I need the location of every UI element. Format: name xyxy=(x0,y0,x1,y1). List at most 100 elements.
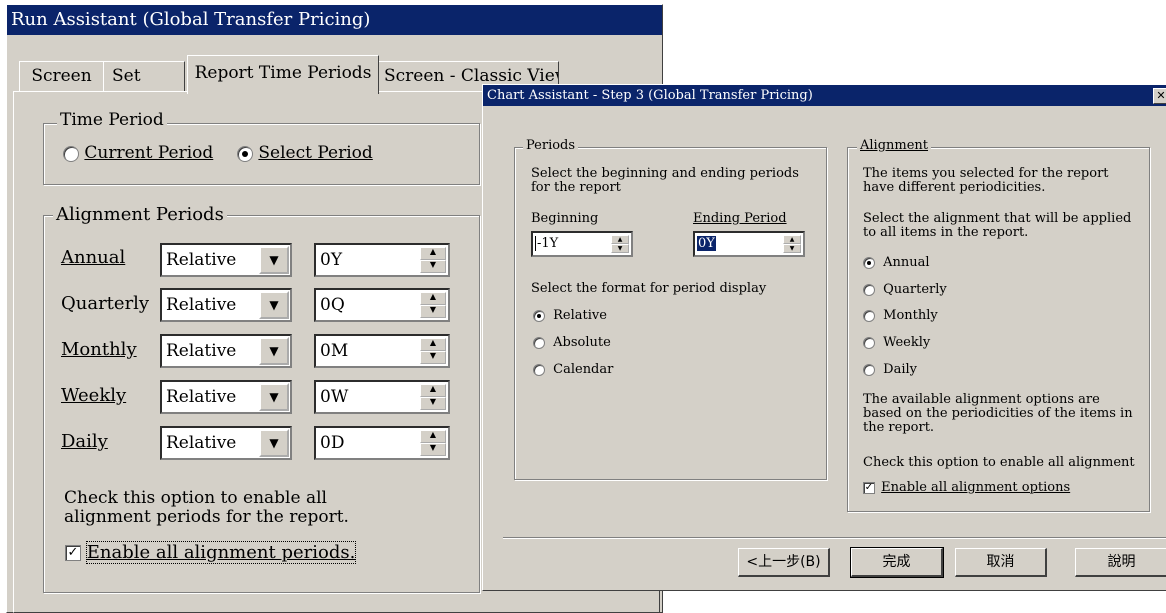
back-button[interactable]: <上一步(B) xyxy=(738,548,830,577)
back-button-label: <上一步(B) xyxy=(746,554,821,570)
alignment-text-1: The items you selected for the report ha… xyxy=(863,166,1109,195)
ending-period-spinner[interactable]: 0Y ▲ ▼ xyxy=(693,231,805,257)
monthly-mode-select[interactable]: Relative ▼ xyxy=(160,334,292,368)
radio-select-period[interactable]: Select Period xyxy=(237,143,373,163)
radio-align-weekly-circle[interactable] xyxy=(863,336,875,349)
annual-mode-select[interactable]: Relative ▼ xyxy=(160,243,292,277)
format-prompt: Select the format for period display xyxy=(531,281,767,296)
quarterly-mode-value: Relative xyxy=(166,295,237,315)
radio-format-absolute-circle[interactable] xyxy=(533,336,545,349)
ending-period-value: 0Y xyxy=(697,236,716,251)
radio-align-monthly[interactable]: Monthly xyxy=(863,308,938,323)
checkbox-box[interactable]: ✓ xyxy=(65,545,81,561)
spin-arrows-icon[interactable]: ▲ ▼ xyxy=(420,338,446,364)
annual-value: 0Y xyxy=(320,250,343,270)
quarterly-label: Quarterly xyxy=(61,293,150,314)
finish-button-label: 完成 xyxy=(882,554,911,570)
radio-select-period-label: Select Period xyxy=(258,143,373,163)
periods-instruction: Select the beginning and ending periods … xyxy=(531,166,799,195)
radio-format-absolute-label: Absolute xyxy=(553,335,611,350)
radio-align-daily-label: Daily xyxy=(883,362,917,377)
daily-mode-select[interactable]: Relative ▼ xyxy=(160,426,292,460)
run-assistant-titlebar[interactable]: Run Assistant (Global Transfer Pricing) xyxy=(7,5,662,35)
alignment-periods-legend: Alignment Periods xyxy=(53,204,227,225)
radio-format-calendar-circle[interactable] xyxy=(533,363,545,376)
monthly-value-spinner[interactable]: 0M ▲ ▼ xyxy=(314,334,450,368)
cancel-button[interactable]: 取消 xyxy=(955,548,1047,577)
annual-label: Annual xyxy=(61,247,126,268)
radio-align-daily[interactable]: Daily xyxy=(863,362,917,377)
radio-align-monthly-label: Monthly xyxy=(883,308,938,323)
monthly-value: 0M xyxy=(320,341,349,361)
tab-screen[interactable]: Screen xyxy=(19,61,104,92)
chevron-down-icon[interactable]: ▼ xyxy=(259,291,289,319)
weekly-mode-select[interactable]: Relative ▼ xyxy=(160,380,292,414)
daily-mode-value: Relative xyxy=(166,433,237,453)
spin-arrows-icon[interactable]: ▲ ▼ xyxy=(420,247,446,273)
radio-current-period[interactable]: Current Period xyxy=(63,143,213,163)
button-separator xyxy=(503,537,1166,539)
radio-format-relative-circle[interactable] xyxy=(533,309,545,322)
spin-arrows-icon[interactable]: ▲ ▼ xyxy=(420,292,446,318)
spin-arrows-icon[interactable]: ▲ ▼ xyxy=(420,430,446,456)
alignment-legend: Alignment xyxy=(857,138,932,153)
radio-current-period-circle[interactable] xyxy=(63,145,79,162)
radio-align-quarterly-circle[interactable] xyxy=(863,283,875,296)
checkbox-box[interactable]: ✓ xyxy=(863,481,875,494)
beginning-spinner[interactable]: -1Y ▲ ▼ xyxy=(531,231,633,257)
radio-format-absolute[interactable]: Absolute xyxy=(533,335,611,350)
spin-arrows-icon[interactable]: ▲ ▼ xyxy=(783,235,801,253)
chart-assistant-window: Chart Assistant - Step 3 (Global Transfe… xyxy=(482,84,1166,591)
chart-assistant-titlebar[interactable]: Chart Assistant - Step 3 (Global Transfe… xyxy=(483,85,1166,106)
radio-align-weekly-label: Weekly xyxy=(883,335,931,350)
daily-value: 0D xyxy=(320,433,345,453)
monthly-label: Monthly xyxy=(61,339,137,360)
weekly-value: 0W xyxy=(320,387,349,407)
spin-arrows-icon[interactable]: ▲ ▼ xyxy=(420,384,446,410)
weekly-label: Weekly xyxy=(61,385,127,406)
help-button[interactable]: 說明 xyxy=(1075,548,1166,577)
weekly-value-spinner[interactable]: 0W ▲ ▼ xyxy=(314,380,450,414)
daily-value-spinner[interactable]: 0D ▲ ▼ xyxy=(314,426,450,460)
radio-align-weekly[interactable]: Weekly xyxy=(863,335,930,350)
radio-current-period-label: Current Period xyxy=(84,143,214,163)
radio-align-monthly-circle[interactable] xyxy=(863,309,875,322)
finish-button[interactable]: 完成 xyxy=(850,547,944,578)
radio-format-calendar-label: Calendar xyxy=(553,362,614,377)
chevron-down-icon[interactable]: ▼ xyxy=(259,337,289,365)
radio-format-calendar[interactable]: Calendar xyxy=(533,362,613,377)
tab-report-time-periods[interactable]: Report Time Periods xyxy=(187,55,379,94)
radio-align-annual-label: Annual xyxy=(883,255,930,270)
radio-align-annual-circle[interactable] xyxy=(863,256,875,269)
monthly-mode-value: Relative xyxy=(166,341,237,361)
radio-align-quarterly-label: Quarterly xyxy=(883,282,947,297)
radio-select-period-circle[interactable] xyxy=(237,145,253,162)
quarterly-value-spinner[interactable]: 0Q ▲ ▼ xyxy=(314,288,450,322)
chevron-down-icon[interactable]: ▼ xyxy=(259,246,289,274)
spin-arrows-icon[interactable]: ▲ ▼ xyxy=(611,235,629,253)
chevron-down-icon[interactable]: ▼ xyxy=(259,429,289,457)
quarterly-mode-select[interactable]: Relative ▼ xyxy=(160,288,292,322)
time-period-legend: Time Period xyxy=(57,110,167,130)
chevron-down-icon[interactable]: ▼ xyxy=(259,383,289,411)
periods-legend: Periods xyxy=(523,138,579,153)
radio-align-annual[interactable]: Annual xyxy=(863,255,930,270)
alignment-note: Check this option to enable all alignmen… xyxy=(64,488,349,527)
chart-assistant-title: Chart Assistant - Step 3 (Global Transfe… xyxy=(487,88,813,103)
radio-format-relative[interactable]: Relative xyxy=(533,308,607,323)
close-icon[interactable]: ✕ xyxy=(1153,88,1166,104)
cancel-button-label: 取消 xyxy=(986,554,1015,570)
radio-align-daily-circle[interactable] xyxy=(863,363,875,376)
help-button-label: 說明 xyxy=(1107,554,1136,570)
enable-all-alignment-options-checkbox[interactable]: ✓ Enable all alignment options xyxy=(863,480,1070,495)
daily-label: Daily xyxy=(61,431,108,452)
quarterly-value: 0Q xyxy=(320,295,345,315)
radio-format-relative-label: Relative xyxy=(553,308,607,323)
enable-all-alignment-periods-checkbox[interactable]: ✓ Enable all alignment periods. xyxy=(65,541,357,564)
annual-value-spinner[interactable]: 0Y ▲ ▼ xyxy=(314,243,450,277)
beginning-label: Beginning xyxy=(531,211,599,226)
weekly-mode-value: Relative xyxy=(166,387,237,407)
alignment-text-3: The available alignment options are base… xyxy=(863,392,1133,435)
radio-align-quarterly[interactable]: Quarterly xyxy=(863,282,947,297)
tab-set[interactable]: Set xyxy=(103,61,185,91)
